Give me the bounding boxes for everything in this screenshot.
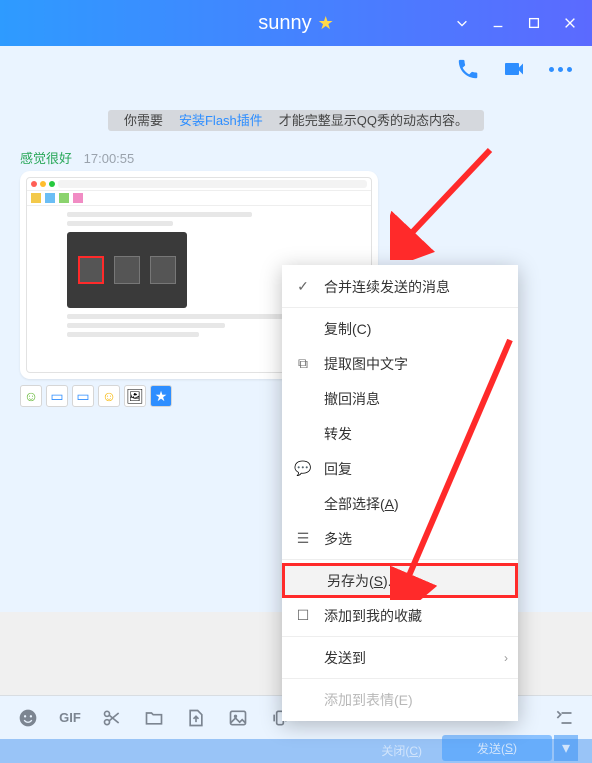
close-chat-button[interactable]: 关闭(C) bbox=[381, 742, 422, 759]
more-icon[interactable] bbox=[546, 55, 574, 83]
send-file-icon[interactable] bbox=[186, 708, 206, 728]
menu-copy[interactable]: 复制(C) bbox=[282, 311, 518, 346]
flash-pre: 你需要 bbox=[116, 110, 171, 131]
check-icon: ✓ bbox=[294, 278, 312, 296]
menu-label: 发送到 bbox=[324, 648, 366, 668]
menu-label: 提取图中文字 bbox=[324, 354, 408, 374]
menu-separator bbox=[282, 636, 518, 637]
send-button[interactable]: 发送(S) bbox=[442, 735, 552, 761]
multiselect-icon: ☰ bbox=[294, 530, 312, 548]
device-icon-1[interactable]: ▭ bbox=[46, 385, 68, 407]
menu-add-emoji: 添加到表情(E) bbox=[282, 682, 518, 717]
ocr-icon: ⧉ bbox=[294, 355, 312, 373]
star-icon: ★ bbox=[318, 13, 334, 34]
emoji-icon[interactable] bbox=[18, 708, 38, 728]
menu-select-all[interactable]: 全部选择(A) bbox=[282, 486, 518, 521]
reply-icon: 💬 bbox=[294, 460, 312, 478]
flash-banner-text: 你需要安装Flash插件才能完整显示QQ秀的动态内容。 bbox=[108, 110, 484, 131]
menu-label: 全部选择(A) bbox=[324, 494, 399, 514]
device-icon-2[interactable]: ▭ bbox=[72, 385, 94, 407]
menu-label: 添加到表情(E) bbox=[324, 690, 413, 710]
window-title-wrap: sunny ★ bbox=[258, 12, 334, 35]
menu-label: 复制(C) bbox=[324, 319, 371, 339]
title-bar: sunny ★ bbox=[0, 0, 592, 46]
chevron-right-icon: › bbox=[504, 651, 508, 665]
menu-label: 撤回消息 bbox=[324, 389, 380, 409]
bookmark-icon: ☐ bbox=[294, 607, 312, 625]
menu-multi-select[interactable]: ☰ 多选 bbox=[282, 521, 518, 556]
folder-icon[interactable] bbox=[144, 708, 164, 728]
menu-save-as[interactable]: 另存为(S)... bbox=[282, 563, 518, 598]
menu-label: 合并连续发送的消息 bbox=[324, 277, 450, 297]
menu-ocr[interactable]: ⧉ 提取图中文字 bbox=[282, 346, 518, 381]
context-menu: ✓ 合并连续发送的消息 复制(C) ⧉ 提取图中文字 撤回消息 转发 💬 回复 … bbox=[282, 265, 518, 721]
favorite-icon[interactable]: ★ bbox=[150, 385, 172, 407]
send-dropdown[interactable]: ▾ bbox=[554, 735, 578, 761]
image-icon[interactable] bbox=[228, 708, 248, 728]
menu-separator bbox=[282, 559, 518, 560]
menu-separator bbox=[282, 678, 518, 679]
menu-label: 添加到我的收藏 bbox=[324, 606, 422, 626]
scissors-icon[interactable] bbox=[102, 708, 122, 728]
menu-forward[interactable]: 转发 bbox=[282, 416, 518, 451]
video-call-icon[interactable] bbox=[500, 55, 528, 83]
sender-name: 感觉很好 bbox=[20, 151, 72, 166]
close-button[interactable] bbox=[552, 0, 588, 46]
history-icon[interactable] bbox=[554, 708, 574, 728]
voice-call-icon[interactable] bbox=[454, 55, 482, 83]
window-title: sunny bbox=[258, 12, 311, 35]
action-bar bbox=[0, 46, 592, 92]
menu-separator bbox=[282, 307, 518, 308]
menu-add-favorite[interactable]: ☐ 添加到我的收藏 bbox=[282, 598, 518, 633]
menu-send-to[interactable]: 发送到 › bbox=[282, 640, 518, 675]
gif-icon[interactable]: GIF bbox=[60, 708, 80, 728]
menu-label: 另存为(S)... bbox=[327, 571, 399, 591]
menu-label: 转发 bbox=[324, 424, 352, 444]
menu-merge-messages[interactable]: ✓ 合并连续发送的消息 bbox=[282, 269, 518, 304]
menu-label: 回复 bbox=[324, 459, 352, 479]
menu-recall[interactable]: 撤回消息 bbox=[282, 381, 518, 416]
message-meta: 感觉很好 17:00:55 bbox=[20, 148, 572, 167]
picture-icon[interactable]: 🖼 bbox=[124, 385, 146, 407]
smile-icon[interactable]: ☺ bbox=[98, 385, 120, 407]
message-time: 17:00:55 bbox=[84, 151, 135, 166]
flash-banner: 你需要安装Flash插件才能完整显示QQ秀的动态内容。 bbox=[20, 92, 572, 138]
menu-label: 多选 bbox=[324, 529, 352, 549]
flash-post: 才能完整显示QQ秀的动态内容。 bbox=[271, 110, 476, 131]
window-controls bbox=[444, 0, 588, 46]
menu-reply[interactable]: 💬 回复 bbox=[282, 451, 518, 486]
install-flash-link[interactable]: 安装Flash插件 bbox=[171, 110, 271, 131]
minimize-button[interactable] bbox=[480, 0, 516, 46]
emoji-add-icon[interactable]: ☺ bbox=[20, 385, 42, 407]
dropdown-button[interactable] bbox=[444, 0, 480, 46]
maximize-button[interactable] bbox=[516, 0, 552, 46]
